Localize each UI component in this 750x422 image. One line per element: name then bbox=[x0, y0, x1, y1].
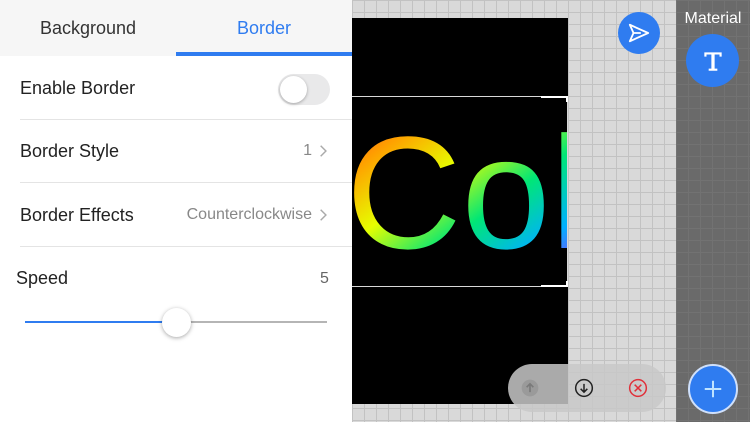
border-effects-row[interactable]: Border Effects Counterclockwise bbox=[20, 184, 352, 247]
enable-border-label: Enable Border bbox=[20, 77, 136, 98]
arrow-down-icon[interactable] bbox=[574, 378, 594, 398]
tab-active-indicator bbox=[176, 52, 352, 56]
chevron-right-icon bbox=[320, 145, 327, 157]
send-icon bbox=[628, 23, 650, 43]
speed-label: Speed bbox=[16, 268, 69, 288]
border-style-row[interactable]: Border Style 1 bbox=[20, 120, 352, 183]
send-button[interactable] bbox=[618, 12, 660, 54]
border-effects-label: Border Effects bbox=[20, 204, 134, 225]
material-title: Material bbox=[684, 10, 742, 27]
close-circle-icon[interactable] bbox=[628, 378, 648, 398]
text-tool-icon bbox=[703, 51, 722, 71]
speed-slider-thumb[interactable] bbox=[161, 308, 191, 337]
speed-slider-fill bbox=[25, 321, 176, 323]
add-button[interactable] bbox=[688, 364, 738, 414]
border-effects-value: Counterclockwise bbox=[186, 206, 312, 223]
border-style-value: 1 bbox=[303, 142, 312, 159]
toggle-knob bbox=[280, 76, 307, 103]
enable-border-row: Enable Border bbox=[20, 57, 352, 120]
speed-value: 5 bbox=[320, 270, 329, 287]
arrow-up-icon[interactable] bbox=[520, 378, 540, 398]
tab-background[interactable]: Background bbox=[0, 0, 176, 56]
selection-frame bbox=[352, 96, 568, 287]
settings-panel: Background Border Enable Border Border S… bbox=[0, 0, 352, 422]
resize-handle-bottom[interactable] bbox=[541, 281, 568, 287]
enable-border-toggle[interactable] bbox=[278, 74, 330, 105]
plus-icon bbox=[704, 380, 722, 398]
tab-border[interactable]: Border bbox=[176, 0, 352, 56]
tab-bar: Background Border bbox=[0, 0, 352, 56]
chevron-right-icon bbox=[320, 209, 327, 221]
border-style-label: Border Style bbox=[20, 140, 120, 161]
resize-handle-top[interactable] bbox=[541, 96, 568, 102]
text-tool-button[interactable] bbox=[686, 34, 739, 87]
